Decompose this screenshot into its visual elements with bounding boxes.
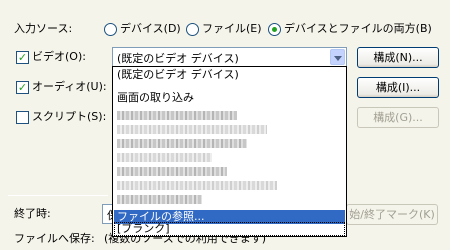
script-configure-button: 構成(G)... xyxy=(357,107,439,128)
script-checkbox[interactable] xyxy=(16,111,29,124)
dropdown-item-default-video[interactable]: (既定のビデオ デバイス) xyxy=(114,68,345,82)
video-device-select[interactable]: (既定のビデオ デバイス) xyxy=(112,47,347,67)
video-device-dropdown[interactable]: (既定のビデオ デバイス) 画面の取り込み ファイルの参照... [ブランク] xyxy=(112,66,347,237)
audio-label: オーディオ(U): xyxy=(32,80,107,93)
chevron-down-icon[interactable] xyxy=(330,49,345,65)
audio-configure-button[interactable]: 構成(I)... xyxy=(357,77,439,98)
audio-checkbox[interactable]: ✓ xyxy=(16,81,29,94)
redacted-item[interactable] xyxy=(117,111,237,120)
save-to-file-label: ファイルへ保存: xyxy=(14,232,95,245)
redacted-item[interactable] xyxy=(117,153,212,162)
redacted-item[interactable] xyxy=(117,139,247,148)
video-checkbox[interactable]: ✓ xyxy=(16,51,29,64)
redacted-item[interactable] xyxy=(117,167,227,176)
redacted-item[interactable] xyxy=(117,125,267,134)
radio-device-label[interactable]: デバイス(D) xyxy=(120,22,181,36)
input-source-label: 入力ソース: xyxy=(14,22,73,35)
script-label: スクリプト(S): xyxy=(32,110,107,123)
dropdown-item-blank[interactable]: [ブランク] xyxy=(114,222,345,236)
redacted-item[interactable] xyxy=(117,195,202,204)
redacted-item[interactable] xyxy=(117,181,277,190)
radio-file-label[interactable]: ファイル(E) xyxy=(202,22,262,36)
end-time-label: 終了時: xyxy=(14,207,51,220)
checkmark-icon: ✓ xyxy=(17,51,28,64)
radio-device-and-file-label[interactable]: デバイスとファイルの両方(B) xyxy=(284,22,432,36)
start-end-marker-button: 始/終了マーク(K) xyxy=(346,204,438,225)
video-configure-button[interactable]: 構成(N)... xyxy=(357,47,439,68)
dropdown-item-screen-capture[interactable]: 画面の取り込み xyxy=(114,91,345,105)
checkmark-icon: ✓ xyxy=(17,81,28,94)
video-label: ビデオ(O): xyxy=(32,50,86,63)
radio-device[interactable] xyxy=(104,23,117,36)
radio-file[interactable] xyxy=(186,23,199,36)
radio-device-and-file[interactable] xyxy=(268,23,281,36)
video-device-value: (既定のビデオ デバイス) xyxy=(117,52,239,65)
group-separator xyxy=(8,195,108,196)
